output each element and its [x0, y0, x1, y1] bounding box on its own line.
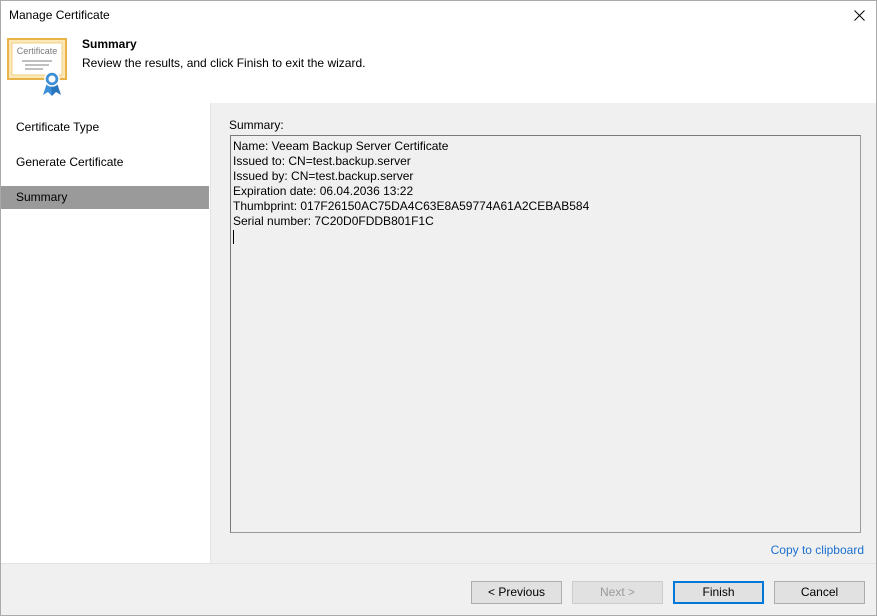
summary-line-expiration: Expiration date: 06.04.2036 13:22 — [233, 184, 414, 198]
sidebar-item-summary[interactable]: Summary — [1, 186, 209, 209]
finish-button[interactable]: Finish — [673, 581, 764, 604]
text-caret — [233, 230, 234, 244]
sidebar-item-generate-certificate[interactable]: Generate Certificate — [1, 151, 209, 174]
summary-line-thumbprint: Thumbprint: 017F26150AC75DA4C63E8A59774A… — [233, 199, 590, 213]
cancel-button[interactable]: Cancel — [774, 581, 865, 604]
summary-line-name: Name: Veeam Backup Server Certificate — [233, 139, 449, 153]
page-description: Review the results, and click Finish to … — [82, 56, 366, 70]
title-bar: Manage Certificate — [1, 1, 876, 29]
wizard-steps-sidebar: Certificate Type Generate Certificate Su… — [1, 103, 211, 563]
summary-line-serial: Serial number: 7C20D0FDDB801F1C — [233, 214, 434, 228]
previous-button[interactable]: < Previous — [471, 581, 562, 604]
summary-label: Summary: — [229, 118, 284, 132]
close-button[interactable] — [842, 1, 876, 29]
page-title: Summary — [82, 37, 137, 51]
window-title: Manage Certificate — [9, 8, 110, 22]
summary-panel: Summary: Name: Veeam Backup Server Certi… — [211, 103, 876, 563]
certificate-icon-text: Certificate — [17, 46, 58, 56]
next-button[interactable]: Next > — [572, 581, 663, 604]
sidebar-item-certificate-type[interactable]: Certificate Type — [1, 116, 209, 139]
manage-certificate-window: Manage Certificate Certificate Summary R… — [0, 0, 877, 616]
wizard-header: Certificate Summary Review the results, … — [1, 29, 876, 103]
close-icon — [853, 9, 865, 21]
copy-to-clipboard-link[interactable]: Copy to clipboard — [771, 543, 864, 557]
wizard-footer: < Previous Next > Finish Cancel — [1, 563, 876, 615]
certificate-icon: Certificate — [7, 38, 67, 96]
summary-line-issued-to: Issued to: CN=test.backup.server — [233, 154, 411, 168]
summary-line-issued-by: Issued by: CN=test.backup.server — [233, 169, 414, 183]
summary-textbox[interactable]: Name: Veeam Backup Server Certificate Is… — [230, 135, 861, 533]
